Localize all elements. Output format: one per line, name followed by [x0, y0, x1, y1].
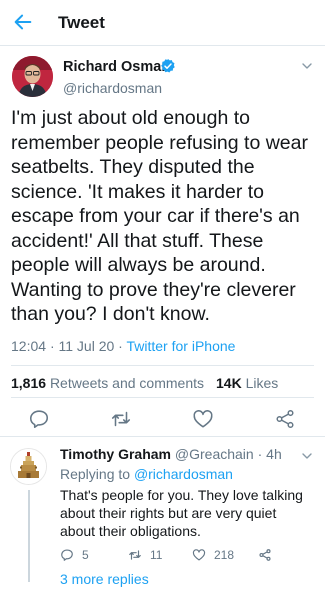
author-avatar[interactable]: [12, 56, 53, 97]
tweet-date: 11 Jul 20: [58, 338, 115, 354]
likes-stat[interactable]: 14K Likes: [216, 375, 278, 391]
divider: [11, 365, 314, 366]
reply-author-avatar[interactable]: [10, 448, 47, 485]
author-handle[interactable]: @richardosman: [63, 80, 162, 96]
replying-to-mention[interactable]: @richardosman: [134, 466, 233, 482]
reply-header: Timothy Graham @Greachain · 4h: [60, 446, 282, 462]
retweets-stat[interactable]: 1,816 Retweets and comments: [11, 375, 204, 391]
like-icon: [192, 549, 206, 561]
retweet-icon: [129, 550, 141, 560]
verified-badge-icon: [161, 59, 175, 73]
reply-retweet-count: 11: [150, 548, 163, 562]
likes-label: Likes: [245, 375, 279, 391]
meta-separator: ·: [49, 338, 59, 354]
replying-to: Replying to @richardosman: [60, 466, 233, 482]
reply-time: 4h: [266, 446, 282, 462]
arrow-left-icon[interactable]: [12, 11, 34, 33]
author-name[interactable]: Richard Osman: [63, 59, 170, 75]
share-icon[interactable]: [274, 408, 296, 430]
top-bar: Tweet: [0, 0, 325, 46]
reply-like-count: 218: [214, 548, 235, 562]
like-icon[interactable]: [192, 408, 214, 430]
reply-author-name[interactable]: Timothy Graham: [60, 446, 171, 462]
replying-label: Replying to: [60, 466, 131, 482]
likes-count: 14K: [216, 375, 242, 391]
tweet-stats: 1,816 Retweets and comments 14K Likes: [11, 375, 278, 391]
reply-icon: [61, 549, 73, 561]
show-more-replies-link[interactable]: 3 more replies: [60, 571, 149, 587]
reply-retweet-button[interactable]: 11: [128, 547, 162, 563]
reply-like-button[interactable]: 218: [192, 547, 234, 563]
reply-icon[interactable]: [28, 408, 50, 430]
chevron-down-icon[interactable]: [301, 60, 313, 72]
divider: [11, 397, 314, 398]
reply-author-handle[interactable]: @Greachain: [175, 446, 254, 462]
thread-line: [28, 490, 30, 582]
reply-share-button[interactable]: [258, 547, 280, 563]
tweet-meta: 12:04 · 11 Jul 20 · Twitter for iPhone: [11, 338, 235, 354]
retweets-count: 1,816: [11, 375, 47, 391]
reply-text: That's people for you. They love talking…: [60, 487, 303, 539]
share-icon: [259, 549, 271, 561]
divider: [0, 436, 325, 437]
meta-separator: ·: [257, 446, 263, 462]
reply-reply-count: 5: [82, 548, 89, 562]
page-title: Tweet: [58, 13, 105, 32]
retweet-icon[interactable]: [110, 408, 132, 430]
retweets-label: Retweets and comments: [49, 375, 205, 391]
chevron-down-icon[interactable]: [301, 450, 313, 462]
tweet-text: I'm just about old enough to remember pe…: [11, 107, 308, 325]
tweet-source[interactable]: Twitter for iPhone: [126, 338, 235, 354]
tweet-time: 12:04: [11, 338, 47, 354]
reply-reply-button[interactable]: 5: [60, 547, 89, 563]
